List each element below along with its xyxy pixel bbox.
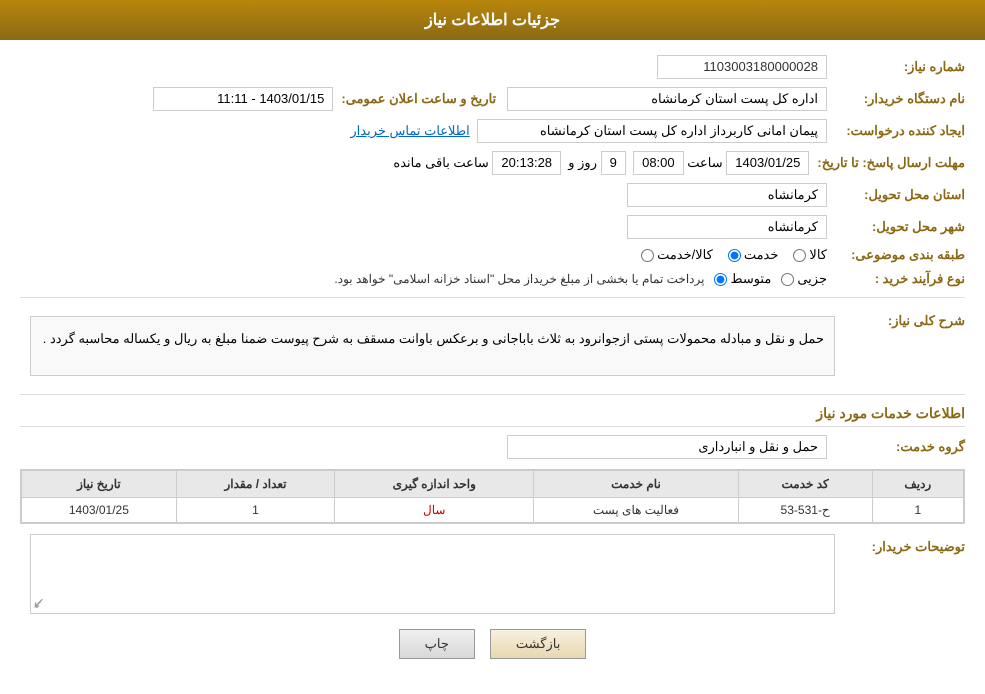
buyer-desc-label: توضیحات خریدار: [835,534,965,555]
creator-value: پیمان امانی کاربرداز اداره کل پست استان … [477,119,827,143]
buyer-desc-row: توضیحات خریدار: ↙ [20,534,965,614]
col-header-name: نام خدمت [534,471,738,498]
print-button[interactable]: چاپ [399,629,475,659]
services-table-container: ردیف کد خدمت نام خدمت واحد اندازه گیری ت… [20,469,965,524]
category-option-kala-khedmat[interactable]: کالا/خدمت [641,247,713,263]
category-kala-radio[interactable] [793,249,806,262]
category-label: طبقه بندی موضوعی: [835,247,965,263]
category-kala-khedmat-label: کالا/خدمت [657,247,713,263]
table-row: 1 ح-531-53 فعالیت های پست سال 1 1403/01/… [22,498,964,523]
city-value: کرمانشاه [627,215,827,239]
need-number-row: شماره نیاز: 1103003180000028 [20,55,965,79]
procurement-motavasset-radio[interactable] [714,273,727,286]
col-header-qty: تعداد / مقدار [176,471,335,498]
city-row: شهر محل تحویل: کرمانشاه [20,215,965,239]
page-container: جزئیات اطلاعات نیاز شماره نیاز: 11030031… [0,0,985,694]
cell-name: فعالیت های پست [534,498,738,523]
back-button[interactable]: بازگشت [490,629,586,659]
deadline-row: مهلت ارسال پاسخ: تا تاریخ: 1403/01/25 سا… [20,151,965,175]
deadline-days-label: روز و [568,155,597,171]
category-row: طبقه بندی موضوعی: کالا خدمت کالا/خدمت [20,247,965,263]
procurement-jozii-radio[interactable] [781,273,794,286]
category-radio-group: کالا خدمت کالا/خدمت [641,247,827,263]
cell-qty: 1 [176,498,335,523]
category-kala-label: کالا [809,247,827,263]
procurement-option-motavasset[interactable]: متوسط [714,271,771,287]
table-header-row: ردیف کد خدمت نام خدمت واحد اندازه گیری ت… [22,471,964,498]
buttons-row: بازگشت چاپ [20,629,965,679]
deadline-remaining: 20:13:28 [492,151,561,175]
buyer-desc-box[interactable]: ↙ [30,534,835,614]
deadline-days: 9 [601,151,626,175]
cell-date: 1403/01/25 [22,498,177,523]
deadline-time: 08:00 [633,151,684,175]
procurement-row: نوع فرآیند خرید : جزیی متوسط پرداخت تمام… [20,271,965,287]
page-header: جزئیات اطلاعات نیاز [0,0,985,40]
buyer-org-value: اداره کل پست استان کرمانشاه [507,87,827,111]
category-option-kala[interactable]: کالا [793,247,827,263]
service-group-row: گروه خدمت: حمل و نقل و انبارداری [20,435,965,459]
need-number-value: 1103003180000028 [657,55,827,79]
cell-code: ح-531-53 [738,498,872,523]
province-value: کرمانشاه [627,183,827,207]
page-title: جزئیات اطلاعات نیاز [425,12,560,29]
deadline-date: 1403/01/25 [726,151,809,175]
description-row: شرح کلی نیاز: حمل و نقل و مبادله محمولات… [20,308,965,384]
service-group-label: گروه خدمت: [835,439,965,455]
services-title: اطلاعات خدمات مورد نیاز [20,405,965,427]
date-label: تاریخ و ساعت اعلان عمومی: [341,91,496,107]
buyer-org-label: نام دستگاه خریدار: [835,91,965,107]
category-option-khedmat[interactable]: خدمت [728,247,779,263]
procurement-jozii-label: جزیی [797,271,827,287]
procurement-options: جزیی متوسط پرداخت تمام یا بخشی از مبلغ خ… [334,271,827,287]
deadline-label: مهلت ارسال پاسخ: تا تاریخ: [817,155,965,171]
date-value: 1403/01/15 - 11:11 [153,87,333,111]
content-area: شماره نیاز: 1103003180000028 نام دستگاه … [0,40,985,694]
cell-unit: سال [335,498,534,523]
divider-1 [20,297,965,298]
procurement-option-jozii[interactable]: جزیی [781,271,827,287]
services-table: ردیف کد خدمت نام خدمت واحد اندازه گیری ت… [21,470,964,523]
description-label: شرح کلی نیاز: [835,308,965,329]
category-khedmat-label: خدمت [744,247,779,263]
procurement-note: پرداخت تمام یا بخشی از مبلغ خریداز محل "… [334,272,704,286]
category-khedmat-radio[interactable] [728,249,741,262]
buyer-org-date-row: نام دستگاه خریدار: اداره کل پست استان کر… [20,87,965,111]
col-header-unit: واحد اندازه گیری [335,471,534,498]
province-row: استان محل تحویل: کرمانشاه [20,183,965,207]
description-text: حمل و نقل و مبادله محمولات پستی ازجوانرو… [30,316,835,376]
category-kala-khedmat-radio[interactable] [641,249,654,262]
need-number-label: شماره نیاز: [835,59,965,75]
col-header-code: کد خدمت [738,471,872,498]
creator-link[interactable]: اطلاعات تماس خریدار [350,123,469,139]
col-header-date: تاریخ نیاز [22,471,177,498]
cell-row-num: 1 [872,498,963,523]
city-label: شهر محل تحویل: [835,219,965,235]
deadline-remaining-label: ساعت باقی مانده [393,155,488,171]
province-label: استان محل تحویل: [835,187,965,203]
deadline-time-label: ساعت [687,155,722,171]
service-group-value: حمل و نقل و انبارداری [507,435,827,459]
col-header-row-num: ردیف [872,471,963,498]
procurement-label: نوع فرآیند خرید : [835,271,965,287]
resize-icon: ↙ [33,597,43,611]
procurement-motavasset-label: متوسط [730,271,771,287]
creator-row: ایجاد کننده درخواست: پیمان امانی کاربردا… [20,119,965,143]
creator-label: ایجاد کننده درخواست: [835,123,965,139]
divider-2 [20,394,965,395]
